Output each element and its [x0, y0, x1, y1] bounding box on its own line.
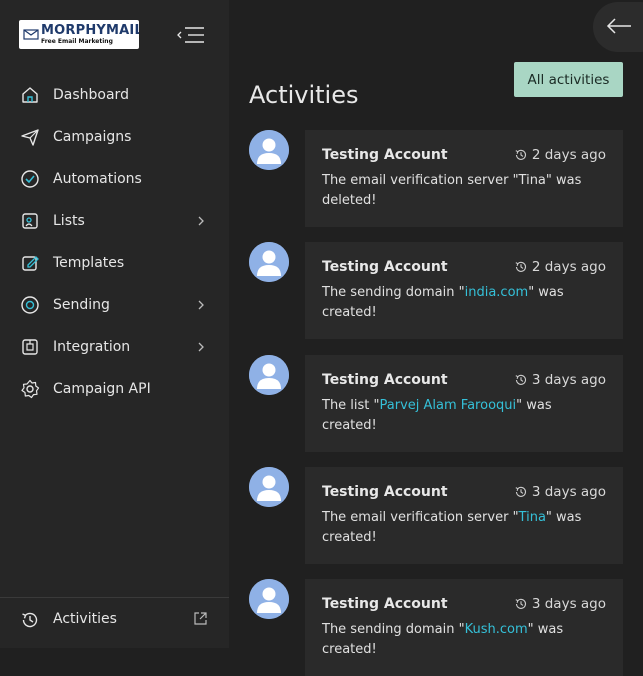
home-icon — [20, 85, 40, 105]
send-icon — [20, 127, 40, 147]
integration-icon — [20, 337, 40, 357]
activity-card: Testing Account 3 days ago The sending dom… — [305, 579, 623, 676]
history-icon — [515, 374, 526, 385]
sidebar-item-label: Lists — [53, 213, 85, 229]
activity-user: Testing Account — [322, 484, 448, 500]
chevron-right-icon — [196, 299, 206, 311]
sidebar: MORPHYMAIL Free Email Marketing Dashboar… — [0, 0, 229, 648]
user-icon — [249, 242, 289, 282]
logo[interactable]: MORPHYMAIL Free Email Marketing — [19, 20, 139, 49]
sidebar-item-templates[interactable]: Templates — [0, 242, 229, 284]
activity-item: Testing Account 2 days ago The email verif… — [249, 130, 623, 227]
activity-link[interactable]: Parvej Alam Farooqui — [380, 398, 517, 413]
activity-time: 3 days ago — [514, 484, 606, 500]
sidebar-nav: Dashboard Campaigns Automations Lists Te… — [0, 74, 229, 410]
list-icon — [20, 211, 40, 231]
history-icon — [515, 261, 526, 272]
chevron-right-icon — [196, 215, 206, 227]
sidebar-item-lists[interactable]: Lists — [0, 200, 229, 242]
logo-tagline: Free Email Marketing — [41, 38, 113, 45]
activity-time-text: 3 days ago — [531, 484, 606, 500]
sidebar-item-campaign-api[interactable]: Campaign API — [0, 368, 229, 410]
activity-message-text: The list " — [322, 398, 380, 413]
history-icon — [515, 149, 526, 160]
avatar[interactable] — [249, 579, 289, 619]
sidebar-footer-activities[interactable]: Activities — [0, 597, 229, 649]
activity-item: Testing Account 3 days ago The email verif… — [249, 467, 623, 564]
sidebar-item-campaigns[interactable]: Campaigns — [0, 116, 229, 158]
history-icon — [515, 486, 526, 497]
activity-card: Testing Account 2 days ago The email verif… — [305, 130, 623, 227]
activity-user: Testing Account — [322, 372, 448, 388]
activity-message-text: The sending domain " — [322, 622, 465, 637]
activity-card: Testing Account 2 days ago The sending dom… — [305, 242, 623, 339]
activity-message-text: The sending domain " — [322, 285, 465, 300]
activity-user: Testing Account — [322, 596, 448, 612]
user-icon — [249, 130, 289, 170]
arrow-left-icon — [606, 18, 631, 34]
sidebar-item-dashboard[interactable]: Dashboard — [0, 74, 229, 116]
activity-item: Testing Account 3 days ago The sending dom… — [249, 579, 623, 676]
activity-time-text: 3 days ago — [531, 372, 606, 388]
sidebar-item-integration[interactable]: Integration — [0, 326, 229, 368]
activity-time-text: 3 days ago — [531, 596, 606, 612]
activity-item: Testing Account 3 days ago The list "Parve… — [249, 355, 623, 452]
activity-time: 2 days ago — [514, 147, 606, 163]
sending-icon — [20, 295, 40, 315]
avatar[interactable] — [249, 130, 289, 170]
activity-message-text: The email verification server " — [322, 510, 519, 525]
avatar[interactable] — [249, 242, 289, 282]
back-button[interactable] — [593, 2, 643, 52]
all-activities-button[interactable]: All activities — [514, 62, 623, 97]
sidebar-item-label: Templates — [53, 255, 125, 271]
user-icon — [249, 579, 289, 619]
activity-item: Testing Account 2 days ago The sending dom… — [249, 242, 623, 339]
activity-time-text: 2 days ago — [531, 259, 606, 275]
activity-message: The sending domain "Kush.com" was create… — [322, 620, 602, 660]
sidebar-item-label: Automations — [53, 171, 142, 187]
activity-message-text: The email verification server "Tina" was… — [322, 173, 582, 208]
sidebar-item-label: Sending — [53, 297, 110, 313]
activity-user: Testing Account — [322, 147, 448, 163]
activity-message: The list "Parvej Alam Farooqui" was crea… — [322, 396, 602, 436]
user-icon — [249, 467, 289, 507]
history-icon — [515, 598, 526, 609]
check-shield-icon — [20, 169, 40, 189]
chevron-right-icon — [196, 341, 206, 353]
avatar[interactable] — [249, 355, 289, 395]
activity-link[interactable]: Tina — [519, 510, 546, 525]
sidebar-item-automations[interactable]: Automations — [0, 158, 229, 200]
sidebar-item-label: Dashboard — [53, 87, 129, 103]
sidebar-toggle-icon[interactable] — [176, 24, 206, 46]
user-icon — [249, 355, 289, 395]
avatar[interactable] — [249, 467, 289, 507]
activity-message: The email verification server "Tina" was… — [322, 171, 602, 211]
activity-time-text: 2 days ago — [531, 147, 606, 163]
sidebar-footer-label: Activities — [53, 611, 117, 627]
activity-link[interactable]: india.com — [465, 285, 529, 300]
logo-mark-icon — [23, 29, 39, 40]
activity-card: Testing Account 3 days ago The email verif… — [305, 467, 623, 564]
external-link-icon[interactable] — [193, 611, 208, 626]
activity-time: 2 days ago — [514, 259, 606, 275]
activity-card: Testing Account 3 days ago The list "Parve… — [305, 355, 623, 452]
edit-icon — [20, 253, 40, 273]
gear-icon — [20, 379, 40, 399]
activity-time: 3 days ago — [514, 596, 606, 612]
activity-time: 3 days ago — [514, 372, 606, 388]
logo-name: MORPHYMAIL — [41, 23, 139, 38]
activity-message: The sending domain "india.com" was creat… — [322, 283, 602, 323]
activity-link[interactable]: Kush.com — [465, 622, 528, 637]
sidebar-item-label: Integration — [53, 339, 131, 355]
sidebar-item-label: Campaigns — [53, 129, 132, 145]
activity-user: Testing Account — [322, 259, 448, 275]
activity-message: The email verification server "Tina" was… — [322, 508, 602, 548]
sidebar-item-label: Campaign API — [53, 381, 151, 397]
sidebar-item-sending[interactable]: Sending — [0, 284, 229, 326]
page-title: Activities — [249, 81, 359, 110]
history-icon — [20, 610, 40, 630]
